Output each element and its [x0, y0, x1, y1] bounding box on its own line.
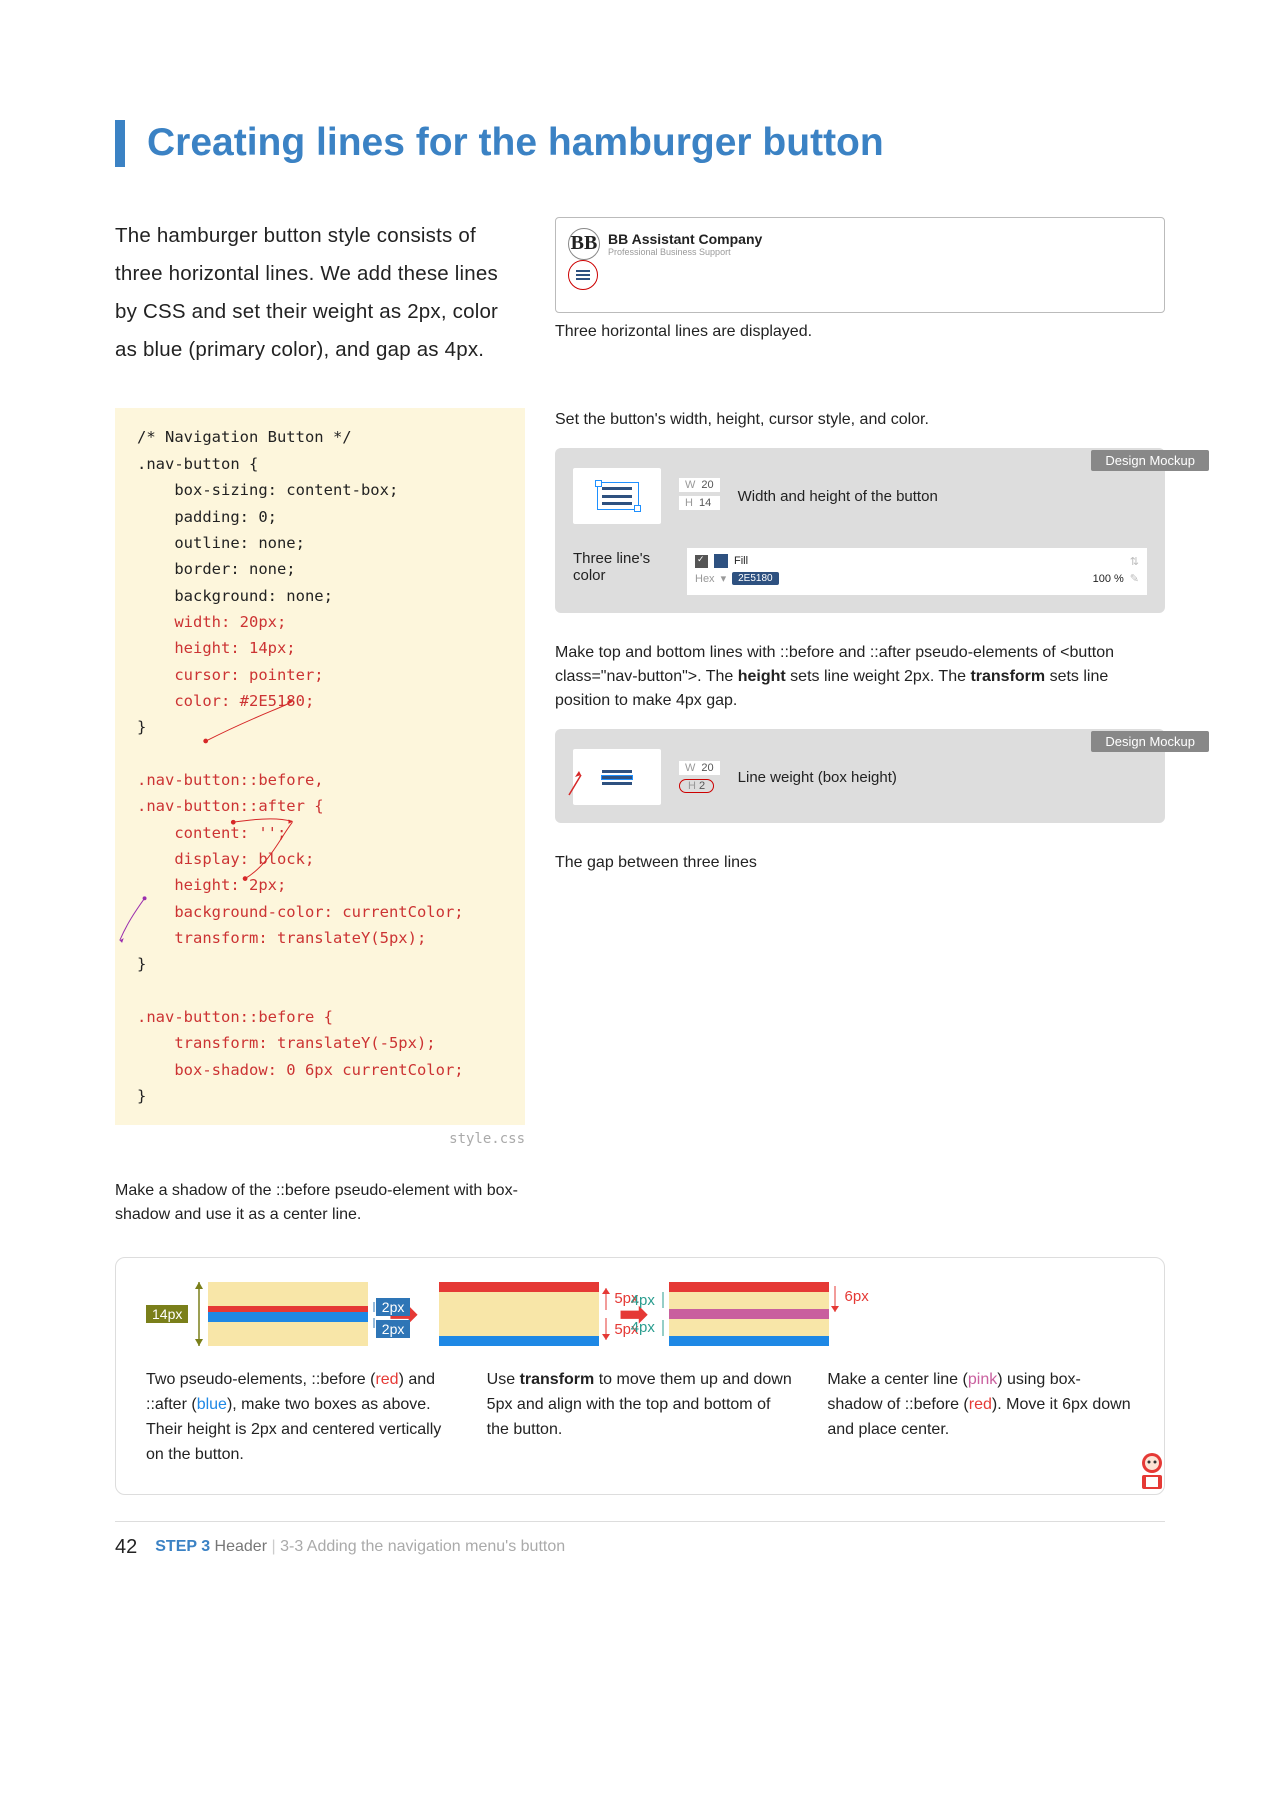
explain-text-2: Use transform to move them up and down 5…	[487, 1368, 794, 1467]
annotation-2: Make top and bottom lines with ::before …	[555, 641, 1165, 713]
company-logo: BB	[568, 228, 600, 260]
boxshadow-note: Make a shadow of the ::before pseudo-ele…	[115, 1179, 525, 1227]
explainer-panel: 14px 2px 2px ➡ 5px 5px	[115, 1257, 1165, 1494]
hamburger-highlight-circle	[568, 260, 598, 290]
mockup-tag: Design Mockup	[1091, 731, 1209, 752]
annotation-1: Set the button's width, height, cursor s…	[555, 408, 1165, 432]
screenshot-preview: BB BB Assistant Company Professional Bus…	[555, 217, 1165, 313]
design-mockup-2: Design Mockup W20 H 2	[555, 729, 1165, 823]
mockup1-wh-label: Width and height of the button	[738, 488, 1147, 505]
preview-caption: Three horizontal lines are displayed.	[555, 323, 1165, 341]
mockup2-caption: The gap between three lines	[555, 851, 1165, 875]
page-title: Creating lines for the hamburger button	[115, 120, 1165, 167]
company-name: BB Assistant Company	[608, 231, 762, 247]
mascot-icon	[1128, 1447, 1176, 1500]
mockup-tag: Design Mockup	[1091, 450, 1209, 471]
intro-paragraph: The hamburger button style consists of t…	[115, 217, 525, 369]
dim-14px: 14px	[146, 1305, 188, 1323]
explain-text-1: Two pseudo-elements, ::before (red) and …	[146, 1368, 453, 1467]
hamburger-icon	[576, 270, 590, 280]
company-tagline: Professional Business Support	[608, 247, 762, 257]
mockup2-label: Line weight (box height)	[738, 769, 1147, 786]
design-mockup-1: Design Mockup W20 H14 Width and height o…	[555, 448, 1165, 613]
mockup1-color-label: Three line's color	[573, 550, 673, 584]
code-filename: style.css	[115, 1131, 525, 1147]
page-footer: 42 STEP 3 Header | 3-3 Adding the naviga…	[115, 1536, 1165, 1559]
explain-text-3: Make a center line (pink) using box-shad…	[827, 1368, 1134, 1467]
code-block: /* Navigation Button */ .nav-button { bo…	[115, 408, 525, 1125]
page-number: 42	[115, 1536, 137, 1559]
